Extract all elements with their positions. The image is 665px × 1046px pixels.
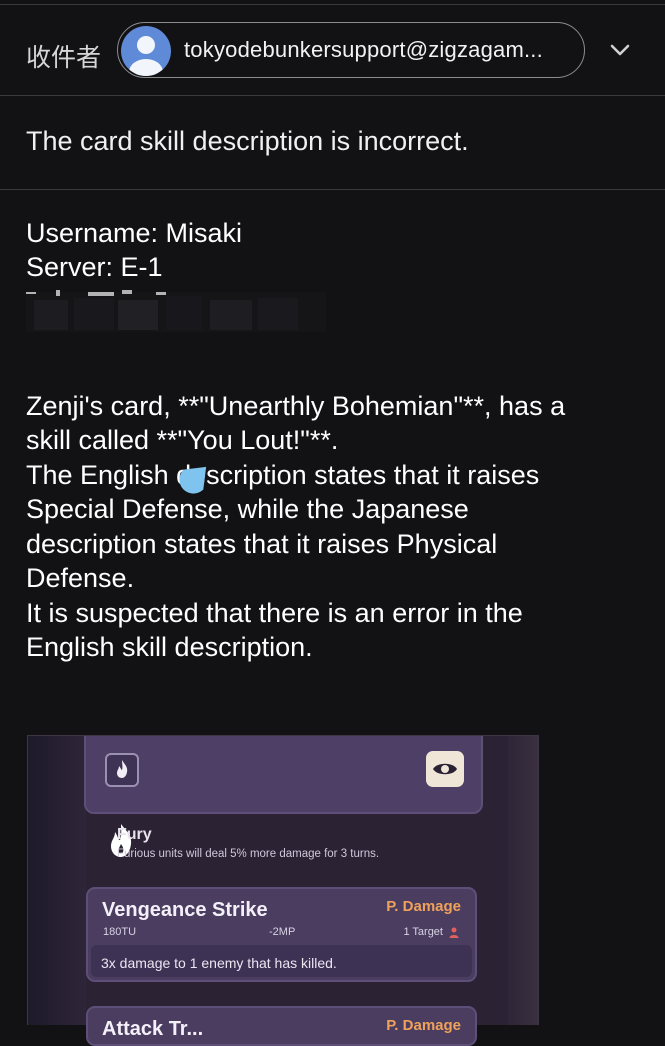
card-header-panel xyxy=(84,736,483,814)
body-username: Username: Misaki xyxy=(26,218,243,248)
to-label: 收件者 xyxy=(26,43,102,72)
avatar-icon xyxy=(121,26,171,76)
skill-damage-type: P. Damage xyxy=(386,1017,461,1034)
eye-icon xyxy=(433,763,457,775)
chevron-down-icon[interactable] xyxy=(607,40,633,60)
redacted-line xyxy=(26,286,326,334)
sender-chip[interactable]: tokyodebunkersupport@zigzagam... xyxy=(117,22,585,78)
target-person-icon xyxy=(449,927,459,938)
screenshot-edge-left xyxy=(28,736,86,1025)
flame-icon xyxy=(117,760,128,778)
status-description: Furious units will deal 5% more damage f… xyxy=(117,848,380,860)
text-cursor-handle-icon[interactable] xyxy=(175,459,209,499)
body-line-4: Special Defense, while the Japanese xyxy=(26,494,469,524)
eye-button[interactable] xyxy=(426,751,464,787)
screenshot-edge-right xyxy=(508,736,538,1025)
sender-email: tokyodebunkersupport@zigzagam... xyxy=(184,37,543,62)
skill-description: 3x damage to 1 enemy that has killed. xyxy=(101,955,337,971)
skill-mp-cost: -2MP xyxy=(269,926,296,938)
body-line-7: It is suspected that there is an error i… xyxy=(26,598,523,628)
skill-card[interactable]: Attack Tr... P. Damage xyxy=(86,1006,477,1046)
body-server: Server: E-1 xyxy=(26,252,163,282)
skill-damage-type: P. Damage xyxy=(386,898,461,915)
body-line-1: Zenji's card, **"Unearthly Bohemian"**, … xyxy=(26,391,566,421)
skill-name: Attack Tr... xyxy=(102,1018,204,1040)
skill-name: Vengeance Strike xyxy=(102,899,268,921)
recipient-row: 收件者 tokyodebunkersupport@zigzagam... xyxy=(0,5,665,96)
body-line-6: Defense. xyxy=(26,563,135,593)
status-name: Fury xyxy=(117,826,152,843)
body-line-2: skill called **"You Lout!"**. xyxy=(26,425,339,455)
skill-card[interactable]: Vengeance Strike P. Damage 180TU -2MP 1 … xyxy=(86,887,477,982)
body-line-3: The English description states that it r… xyxy=(26,460,540,490)
flame-button[interactable] xyxy=(105,753,139,787)
email-subject: The card skill description is incorrect. xyxy=(26,126,469,156)
skill-target: 1 Target xyxy=(403,926,443,938)
subject-row: The card skill description is incorrect. xyxy=(0,96,665,190)
body-line-8: English skill description. xyxy=(26,632,313,662)
skill-tu-cost: 180TU xyxy=(103,926,137,938)
body-line-5: description states that it raises Physic… xyxy=(26,529,498,559)
